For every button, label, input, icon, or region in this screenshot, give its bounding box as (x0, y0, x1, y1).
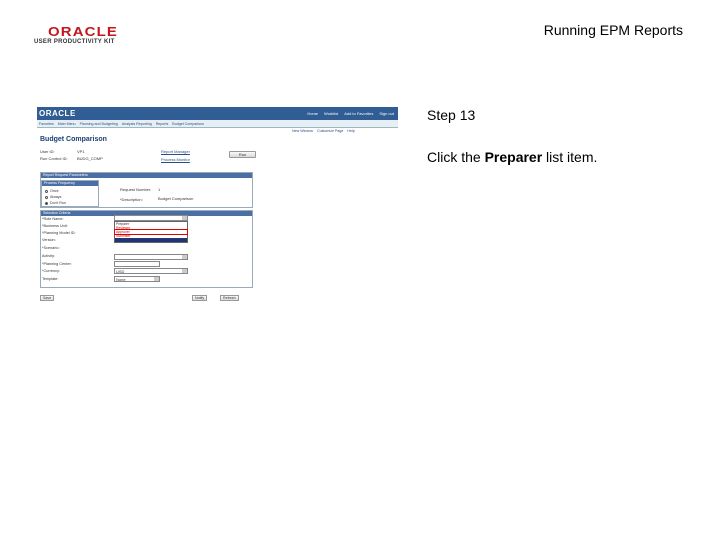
freq-always-label: Always (50, 195, 62, 199)
dropdown-highlight-row[interactable] (115, 238, 187, 242)
request-number-label: Request Number: (120, 187, 152, 192)
template-value: None (116, 277, 126, 282)
activity-select[interactable] (114, 254, 188, 260)
chevron-down-icon[interactable] (182, 216, 187, 220)
nav-item[interactable]: Planning and Budgeting (80, 122, 118, 126)
oracle-logo-text: ORACLE (48, 24, 119, 39)
field-label-planning-model: *Planning Model ID: (42, 231, 76, 235)
save-button[interactable]: Save (40, 295, 55, 301)
freq-dontrun-radio[interactable]: Don't Run (45, 201, 66, 205)
freq-always-radio[interactable]: Always (45, 195, 61, 199)
freq-once-label: Once (50, 189, 59, 193)
application-screenshot: ORACLE Home Worklist Add to Favorites Si… (37, 107, 398, 307)
role-name-dropdown-list: Preparer Reviewer Approver Submitter (114, 221, 188, 243)
app-brand: ORACLE (39, 109, 76, 118)
nav-item[interactable]: Favorites (39, 122, 54, 126)
instruction-target: Preparer (484, 149, 543, 165)
nav-item[interactable]: Analysis Reporting (122, 122, 152, 126)
instruction-suffix: list item. (542, 149, 598, 165)
notify-button[interactable]: Notify (192, 295, 208, 301)
currency-select[interactable]: USD (114, 268, 188, 274)
nav-item[interactable]: Main Menu (58, 122, 76, 126)
app-top-links: Home Worklist Add to Favorites Sign out (307, 111, 394, 116)
top-link-worklist[interactable]: Worklist (324, 111, 338, 116)
util-customize[interactable]: Customize Page (317, 129, 343, 133)
app-utility-links: New Window Customize Page Help (292, 129, 355, 133)
app-breadcrumb-nav: Favorites Main Menu Planning and Budgeti… (37, 120, 398, 128)
util-new-window[interactable]: New Window (292, 129, 313, 133)
process-frequency-header: Process Frequency (42, 181, 98, 186)
template-select[interactable]: None (114, 276, 160, 282)
refresh-button[interactable]: Refresh (220, 295, 239, 301)
field-label-version: Version: (42, 238, 56, 242)
description-value[interactable]: Budget Comparison (158, 196, 193, 201)
chevron-down-icon[interactable] (154, 277, 159, 281)
planning-center-input[interactable] (114, 261, 160, 267)
user-id-label: User ID: (40, 149, 55, 154)
instruction-prefix: Click the (427, 149, 485, 165)
run-control-label: Run Control ID: (40, 156, 68, 161)
nav-item[interactable]: Reports (156, 122, 169, 126)
util-help[interactable]: Help (347, 129, 354, 133)
currency-value: USD (116, 269, 125, 274)
report-request-header: Report Request Parameters (41, 173, 252, 178)
field-label-activity: Activity: (42, 254, 56, 258)
user-id-value: VP1 (77, 149, 85, 154)
run-control-value: BUDG_COMP (77, 156, 103, 161)
field-label-template: Template: (42, 277, 59, 281)
top-link-favorites[interactable]: Add to Favorites (344, 111, 373, 116)
freq-dontrun-label: Don't Run (50, 201, 66, 205)
app-page-heading: Budget Comparison (40, 136, 107, 143)
chevron-down-icon[interactable] (182, 255, 187, 259)
request-number-value: 1 (158, 187, 161, 192)
app-top-bar: ORACLE Home Worklist Add to Favorites Si… (37, 107, 398, 120)
chevron-down-icon[interactable] (182, 269, 187, 273)
top-link-home[interactable]: Home (307, 111, 318, 116)
field-label-planning-center: *Planning Center: (42, 262, 72, 266)
step-instruction: Click the Preparer list item. (427, 149, 597, 165)
oracle-upk-logo: ORACLE USER PRODUCTIVITY KIT (34, 24, 126, 48)
logo-subtitle: USER PRODUCTIVITY KIT (34, 39, 115, 45)
nav-item[interactable]: Budget Comparison (172, 122, 204, 126)
run-button[interactable]: Run (229, 151, 256, 158)
freq-once-radio[interactable]: Once (45, 189, 59, 193)
field-label-role: *Role Name: (42, 217, 64, 221)
step-label: Step 13 (427, 107, 476, 123)
field-label-scenario: *Scenario: (42, 246, 60, 250)
field-label-currency: *Currency: (42, 269, 60, 273)
document-title: Running EPM Reports (543, 22, 683, 38)
top-link-signout[interactable]: Sign out (379, 111, 394, 116)
process-monitor-link[interactable]: Process Monitor (161, 157, 190, 162)
report-manager-link[interactable]: Report Manager (161, 149, 190, 154)
description-label: *Description: (120, 197, 143, 202)
field-label-business-unit: *Business Unit: (42, 224, 68, 228)
